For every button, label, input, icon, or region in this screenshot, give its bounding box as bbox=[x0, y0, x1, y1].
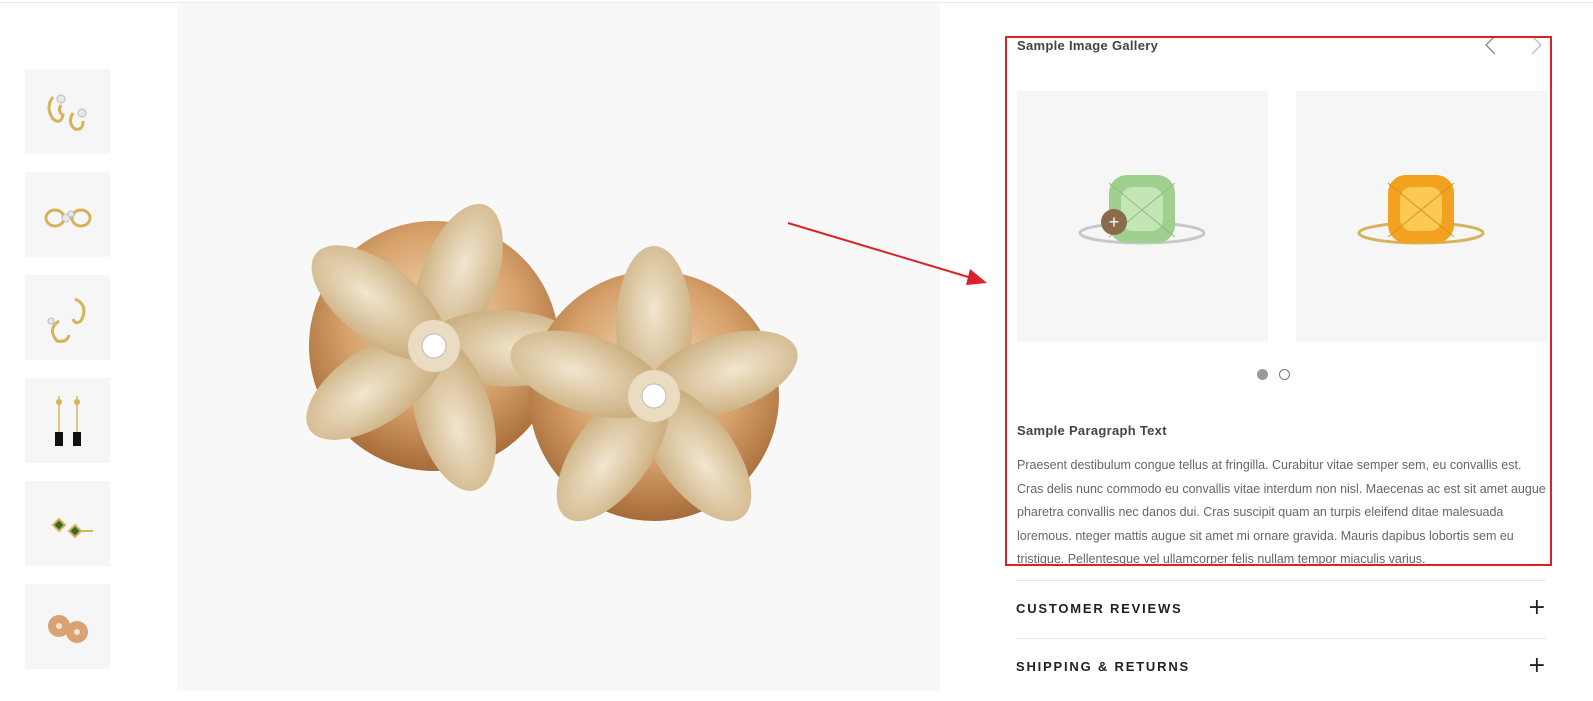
gallery-next-button[interactable] bbox=[1525, 38, 1547, 56]
thumbnail-4[interactable] bbox=[25, 378, 110, 463]
earring-thumbnail-image bbox=[47, 614, 88, 643]
earring-thumbnail-image bbox=[47, 94, 86, 131]
yellow-ring-image bbox=[1357, 175, 1485, 245]
highlight-box: Sample Image Gallery + Sample Paragraph … bbox=[1005, 36, 1552, 566]
earring-thumbnail-image bbox=[51, 517, 93, 538]
flower-earrings-image bbox=[306, 203, 798, 522]
green-ring-image bbox=[1078, 175, 1206, 245]
earring-thumbnail-image bbox=[44, 208, 91, 227]
accordion-shipping-returns[interactable]: SHIPPING & RETURNS + bbox=[1016, 638, 1546, 696]
thumbnail-list bbox=[25, 69, 110, 687]
thumbnail-1[interactable] bbox=[25, 69, 110, 154]
main-product-image[interactable] bbox=[177, 3, 940, 691]
thumbnail-5[interactable] bbox=[25, 481, 110, 566]
pagination-dot-1[interactable] bbox=[1257, 369, 1268, 380]
pagination-dot-2[interactable] bbox=[1279, 369, 1290, 380]
gallery-slide-1[interactable]: + bbox=[1017, 91, 1268, 342]
earring-thumbnail-image bbox=[47, 297, 85, 343]
chevron-right-icon bbox=[1531, 38, 1542, 55]
accordion-label: SHIPPING & RETURNS bbox=[1016, 659, 1190, 674]
gallery-pagination bbox=[1257, 369, 1290, 380]
zoom-plus-button[interactable]: + bbox=[1101, 209, 1127, 235]
thumbnail-6[interactable] bbox=[25, 584, 110, 669]
gallery-slide-2[interactable] bbox=[1296, 91, 1547, 342]
thumbnail-3[interactable] bbox=[25, 275, 110, 360]
plus-icon[interactable]: + bbox=[1528, 595, 1546, 620]
gallery-title: Sample Image Gallery bbox=[1017, 38, 1159, 53]
thumbnail-2[interactable] bbox=[25, 172, 110, 257]
paragraph-text: Praesent destibulum congue tellus at fri… bbox=[1017, 458, 1546, 566]
accordion-label: CUSTOMER REVIEWS bbox=[1016, 601, 1183, 616]
plus-icon[interactable]: + bbox=[1528, 653, 1546, 678]
chevron-left-icon bbox=[1485, 38, 1496, 55]
gallery-prev-button[interactable] bbox=[1480, 38, 1502, 56]
earring-thumbnail-image bbox=[54, 395, 81, 446]
accordion-customer-reviews[interactable]: CUSTOMER REVIEWS + bbox=[1016, 580, 1546, 638]
annotation-arrow-icon bbox=[787, 222, 987, 285]
paragraph-title: Sample Paragraph Text bbox=[1017, 423, 1167, 438]
